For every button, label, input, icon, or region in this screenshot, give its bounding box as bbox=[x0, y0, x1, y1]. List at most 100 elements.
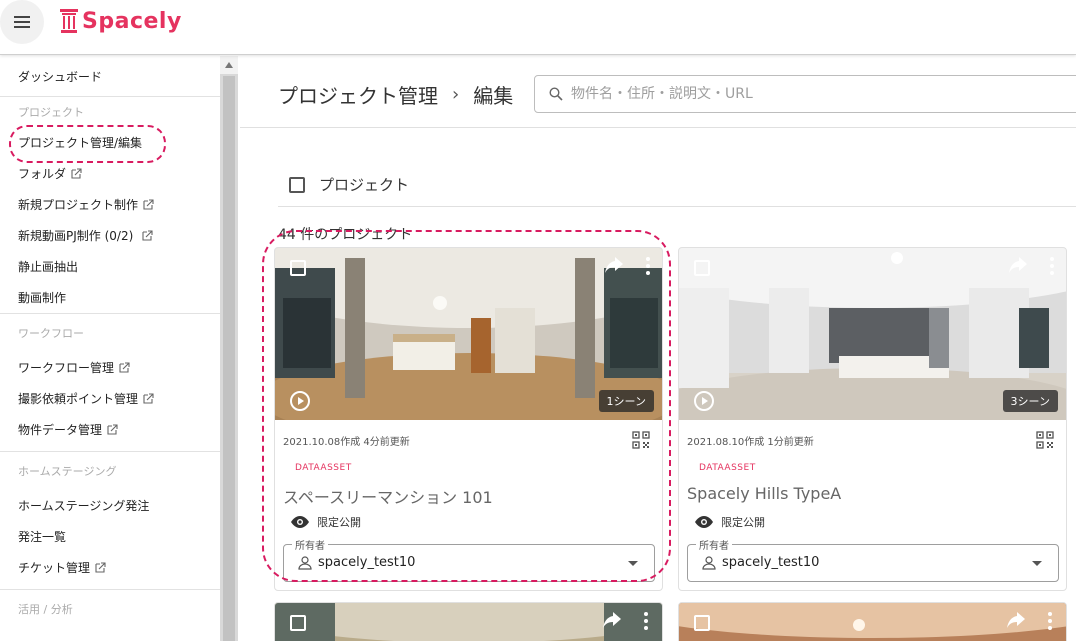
sidebar-item-label: 静止画抽出 bbox=[18, 260, 79, 274]
more-vert-icon[interactable] bbox=[1048, 256, 1056, 276]
dropdown-arrow-icon bbox=[1032, 561, 1042, 566]
sidebar-item-label: チケット管理 bbox=[18, 561, 91, 575]
pillar-logo-icon bbox=[60, 9, 78, 33]
external-link-icon bbox=[143, 198, 154, 210]
sidebar-section-workflow: ワークフロー bbox=[18, 327, 84, 340]
owner-select[interactable]: 所有者 spacely_test10 bbox=[687, 537, 1059, 582]
project-card[interactable] bbox=[678, 602, 1067, 641]
external-link-icon bbox=[143, 392, 154, 404]
owner-name: spacely_test10 bbox=[318, 555, 416, 570]
eye-icon bbox=[695, 516, 713, 528]
search-input[interactable] bbox=[571, 86, 971, 102]
sidebar-item-property-data[interactable]: 物件データ管理 bbox=[0, 414, 220, 445]
project-dates: 2021.08.10作成 1分前更新 bbox=[687, 437, 814, 448]
select-all-label: プロジェクト bbox=[319, 176, 410, 194]
visibility-label: 限定公開 bbox=[721, 516, 765, 529]
breadcrumb-separator: › bbox=[452, 84, 460, 105]
person-icon bbox=[702, 555, 716, 570]
sidebar-item-label: フォルダ bbox=[18, 167, 67, 181]
select-all-checkbox[interactable] bbox=[289, 176, 305, 193]
search-box[interactable] bbox=[534, 75, 1076, 113]
sidebar-item-label: 撮影依頼ポイント管理 bbox=[18, 392, 139, 406]
project-thumbnail[interactable]: 1シーン bbox=[275, 248, 662, 420]
owner-field-label: 所有者 bbox=[696, 537, 732, 552]
sidebar-item-ticket-manage[interactable]: チケット管理 bbox=[0, 552, 220, 583]
owner-select[interactable]: 所有者 spacely_test10 bbox=[283, 537, 655, 582]
play-circle-icon[interactable] bbox=[289, 390, 311, 412]
breadcrumb-current: 編集 bbox=[473, 84, 514, 108]
sidebar-item-video-make[interactable]: 動画制作 bbox=[0, 282, 220, 313]
visibility-label: 限定公開 bbox=[317, 516, 361, 529]
sidebar-item-order-list[interactable]: 発注一覧 bbox=[0, 521, 220, 552]
sidebar-section-project: プロジェクト bbox=[18, 106, 84, 119]
owner-name: spacely_test10 bbox=[722, 555, 820, 570]
divider bbox=[278, 206, 1076, 207]
sidebar-section-staging: ホームステージング bbox=[18, 465, 117, 478]
app-header: Spacely bbox=[0, 0, 1076, 55]
sidebar-item-label: ホームステージング発注 bbox=[18, 499, 150, 513]
visibility-status[interactable]: 限定公開 bbox=[291, 514, 361, 530]
project-name[interactable]: Spacely Hills TypeA bbox=[687, 484, 841, 503]
more-vert-icon[interactable] bbox=[644, 256, 652, 276]
project-thumbnail[interactable]: 3シーン bbox=[679, 248, 1066, 420]
project-tag: DATAASSET bbox=[699, 463, 756, 473]
sidebar-item-label: 発注一覧 bbox=[18, 530, 67, 544]
sidebar-item-new-video-pj[interactable]: 新規動画PJ制作 (0/2) bbox=[0, 220, 220, 251]
scrollbar-thumb[interactable] bbox=[223, 76, 235, 641]
card-checkbox[interactable] bbox=[290, 260, 306, 276]
project-card[interactable] bbox=[274, 602, 663, 641]
project-card[interactable]: 3シーン 2021.08.10作成 1分前更新 DATAASSET Spacel… bbox=[678, 247, 1067, 591]
share-icon[interactable] bbox=[1008, 256, 1028, 276]
qr-code-icon[interactable] bbox=[632, 431, 650, 449]
hamburger-menu-button[interactable] bbox=[0, 0, 44, 44]
share-icon[interactable] bbox=[602, 611, 622, 631]
main-content: プロジェクト管理 › 編集 プロジェクト 44 件のプロジェクト bbox=[240, 56, 1076, 641]
scene-count-badge: 1シーン bbox=[598, 390, 654, 412]
external-link-icon bbox=[142, 229, 153, 241]
sidebar-section-analytics: 活用 / 分析 bbox=[18, 603, 73, 616]
sidebar-item-project-manage[interactable]: プロジェクト管理/編集 bbox=[0, 125, 220, 163]
owner-value: spacely_test10 bbox=[298, 555, 415, 570]
card-checkbox[interactable] bbox=[290, 615, 306, 631]
external-link-icon bbox=[95, 561, 106, 573]
share-icon[interactable] bbox=[1006, 611, 1026, 631]
sidebar-item-still-extract[interactable]: 静止画抽出 bbox=[0, 251, 220, 282]
menu-icon bbox=[14, 16, 30, 28]
sidebar-item-staging-order[interactable]: ホームステージング発注 bbox=[0, 490, 220, 521]
owner-value: spacely_test10 bbox=[702, 555, 819, 570]
project-count: 44 件のプロジェクト bbox=[278, 227, 413, 243]
breadcrumb: プロジェクト管理 › 編集 bbox=[278, 80, 513, 109]
scroll-up-button[interactable] bbox=[220, 56, 238, 74]
sidebar-item-label: プロジェクト管理/編集 bbox=[18, 136, 143, 150]
owner-field-label: 所有者 bbox=[292, 537, 328, 552]
project-card[interactable]: 1シーン 2021.10.08作成 4分前更新 DATAASSET スペースリー… bbox=[274, 247, 663, 591]
sidebar-item-workflow-manage[interactable]: ワークフロー管理 bbox=[0, 352, 220, 383]
external-link-icon bbox=[119, 361, 130, 373]
eye-icon bbox=[291, 516, 309, 528]
sidebar-scrollbar[interactable] bbox=[220, 56, 238, 641]
dropdown-arrow-icon bbox=[628, 561, 638, 566]
sidebar-item-label: 新規プロジェクト制作 bbox=[18, 198, 139, 212]
sidebar-item-label: ダッシュボード bbox=[18, 69, 103, 84]
sidebar-item-shoot-points[interactable]: 撮影依頼ポイント管理 bbox=[0, 383, 220, 414]
search-icon bbox=[549, 87, 563, 101]
project-name[interactable]: スペースリーマンション 101 bbox=[283, 484, 493, 508]
sidebar-item-label: 新規動画PJ制作 (0/2) bbox=[18, 229, 134, 243]
more-vert-icon[interactable] bbox=[1046, 611, 1054, 631]
more-vert-icon[interactable] bbox=[642, 611, 650, 631]
play-circle-icon[interactable] bbox=[693, 390, 715, 412]
sidebar-item-new-project[interactable]: 新規プロジェクト制作 bbox=[0, 189, 220, 220]
share-icon[interactable] bbox=[604, 256, 624, 276]
sidebar-item-dashboard[interactable]: ダッシュボード bbox=[0, 56, 220, 96]
card-checkbox[interactable] bbox=[694, 260, 710, 276]
breadcrumb-root[interactable]: プロジェクト管理 bbox=[278, 80, 438, 109]
card-checkbox[interactable] bbox=[694, 615, 710, 631]
visibility-status[interactable]: 限定公開 bbox=[695, 514, 765, 530]
project-tag: DATAASSET bbox=[295, 463, 352, 473]
person-icon bbox=[298, 555, 312, 570]
qr-code-icon[interactable] bbox=[1036, 431, 1054, 449]
app-logo[interactable]: Spacely bbox=[60, 8, 182, 34]
triangle-up-icon bbox=[225, 62, 233, 68]
app-name: Spacely bbox=[82, 8, 182, 34]
select-all-row: プロジェクト bbox=[289, 174, 409, 195]
